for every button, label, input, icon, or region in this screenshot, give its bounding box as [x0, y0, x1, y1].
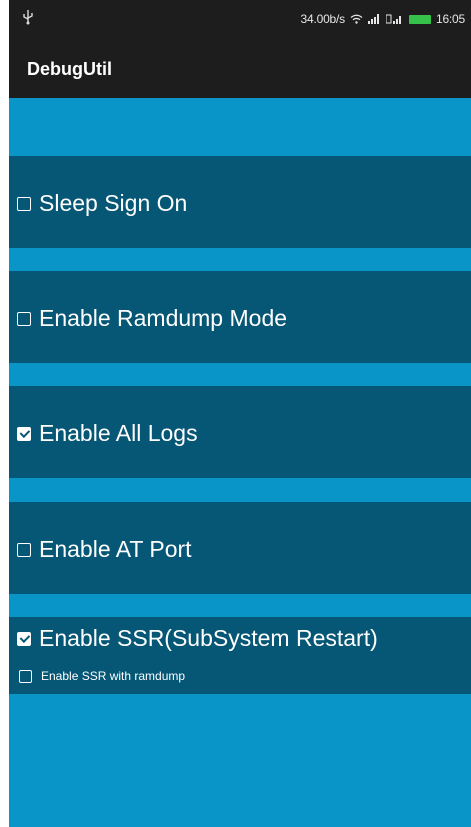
app-bar: DebugUtil [9, 38, 471, 98]
setting-row-enable-ramdump-mode[interactable]: Enable Ramdump Mode [9, 271, 471, 363]
setting-item-sleep-sign-on[interactable]: Sleep Sign On [17, 190, 187, 217]
signal-icon [367, 14, 379, 24]
checkbox-enable-ssr[interactable] [17, 631, 31, 646]
setting-item-enable-at-port[interactable]: Enable AT Port [17, 536, 192, 563]
checkbox-sleep-sign-on[interactable] [17, 196, 31, 211]
setting-row-enable-ssr[interactable]: Enable SSR(SubSystem Restart) Enable SSR… [9, 617, 471, 694]
setting-label: Enable AT Port [39, 536, 192, 562]
signal-2-icon [385, 14, 401, 24]
checkbox-enable-ssr-with-ramdump[interactable] [19, 669, 32, 683]
setting-row-enable-all-logs[interactable]: Enable All Logs [9, 386, 471, 478]
setting-label: Enable SSR(SubSystem Restart) [39, 625, 378, 651]
checkbox-enable-ramdump-mode[interactable] [17, 311, 31, 326]
network-speed: 34.00b/s [300, 12, 346, 26]
app-screen: 34.00b/s 16:05 DebugUtil Sleep Sign On E… [9, 0, 471, 827]
checkbox-enable-all-logs[interactable] [17, 426, 31, 441]
setting-item-enable-ramdump-mode[interactable]: Enable Ramdump Mode [17, 305, 287, 332]
app-title: DebugUtil [27, 59, 112, 79]
setting-item-enable-ssr-with-ramdump[interactable]: Enable SSR with ramdump [19, 669, 185, 683]
usb-icon [23, 10, 33, 25]
battery-icon [408, 14, 431, 24]
setting-item-enable-all-logs[interactable]: Enable All Logs [17, 420, 198, 447]
setting-label: Enable Ramdump Mode [39, 305, 288, 331]
status-bar: 34.00b/s 16:05 [9, 0, 471, 38]
status-icons: 34.00b/s 16:05 [300, 12, 466, 26]
setting-label: Enable All Logs [39, 420, 198, 446]
setting-row-enable-at-port[interactable]: Enable AT Port [9, 502, 471, 594]
setting-label: Sleep Sign On [39, 190, 188, 216]
sub-setting-label: Enable SSR with ramdump [41, 669, 186, 683]
setting-item-enable-ssr[interactable]: Enable SSR(SubSystem Restart) [17, 625, 378, 652]
checkbox-enable-at-port[interactable] [17, 542, 31, 557]
wifi-icon [350, 14, 363, 24]
status-time: 16:05 [435, 12, 465, 26]
setting-row-sleep-sign-on[interactable]: Sleep Sign On [9, 156, 471, 248]
